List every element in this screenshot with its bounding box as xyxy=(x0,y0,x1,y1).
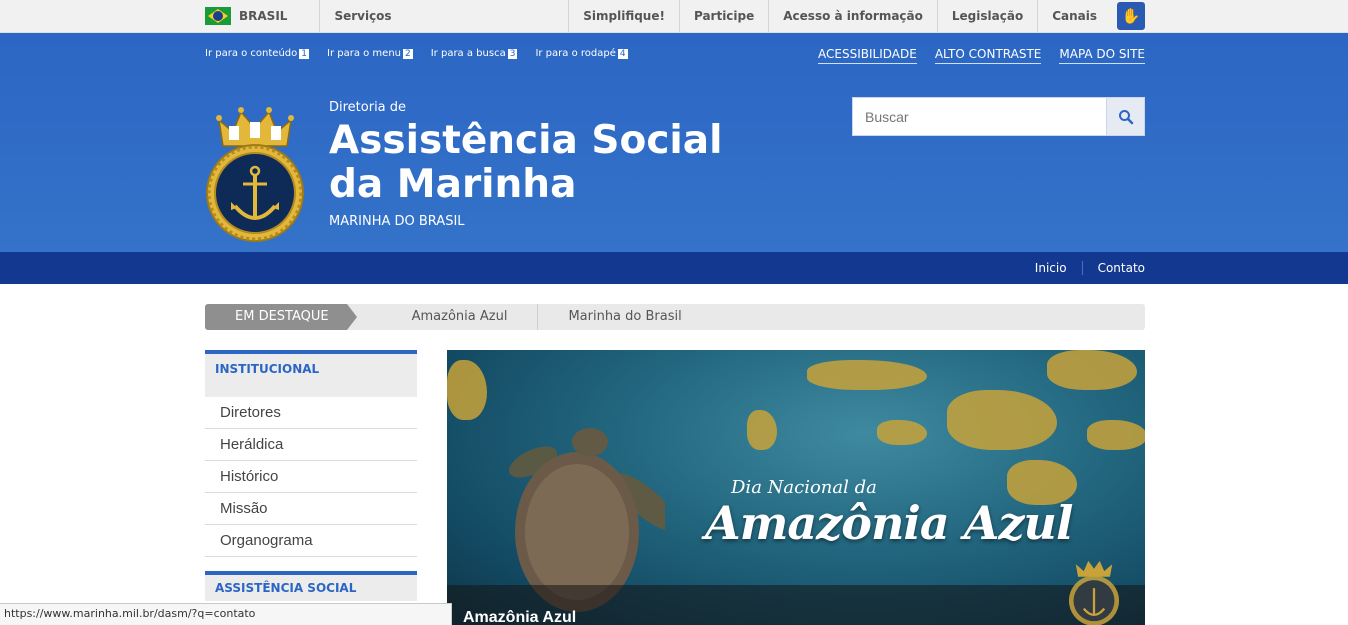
site-title[interactable]: Assistência Social da Marinha xyxy=(329,119,789,207)
highlights-bar: EM DESTAQUE Amazônia Azul Marinha do Bra… xyxy=(205,304,1145,330)
sidebar-item-historico[interactable]: Histórico xyxy=(205,461,417,493)
servicos-link[interactable]: Serviços xyxy=(320,9,391,23)
site-header: Ir para o conteúdo 1 Ir para o menu 2 Ir p… xyxy=(0,33,1348,252)
banner-caption-bar: Amazônia Azul xyxy=(447,585,1145,625)
acessibilidade-link[interactable]: ACESSIBILIDADE xyxy=(818,47,917,64)
participe-link[interactable]: Participe xyxy=(678,0,768,32)
top-nav: Inicio Contato xyxy=(0,252,1348,284)
brasil-link[interactable]: BRASIL xyxy=(239,0,321,32)
search-box xyxy=(852,97,1145,136)
acesso-informacao-link[interactable]: Acesso à informação xyxy=(768,0,937,32)
banner-caption[interactable]: Amazônia Azul xyxy=(463,609,576,625)
banner-title: Amazônia Azul xyxy=(705,496,1073,550)
site-pre-title: Diretoria de xyxy=(329,100,407,115)
site-subtitle: MARINHA DO BRASIL xyxy=(329,214,465,229)
canais-link[interactable]: Canais xyxy=(1037,0,1111,32)
alto-contraste-link[interactable]: ALTO CONTRASTE xyxy=(934,47,1042,64)
sidebar-item-diretores[interactable]: Diretores xyxy=(205,397,417,429)
sidebar-heading-institucional: INSTITUCIONAL xyxy=(205,350,417,397)
marinha-seal-small-icon xyxy=(1068,560,1120,625)
sea-turtle-image xyxy=(508,428,665,612)
legislacao-link[interactable]: Legislação xyxy=(936,0,1037,32)
sidebar-item-missao[interactable]: Missão xyxy=(205,493,417,525)
skip-to-content[interactable]: Ir para o conteúdo 1 xyxy=(205,48,309,59)
featured-banner[interactable]: Dia Nacional da Amazônia Azul Amazônia A… xyxy=(447,350,1145,625)
simplifique-link[interactable]: Simplifique! xyxy=(568,0,679,32)
sidebar-heading-assistencia-social: ASSISTÊNCIA SOCIAL xyxy=(205,571,417,601)
brazil-flag-icon xyxy=(205,7,231,25)
highlights-label: EM DESTAQUE xyxy=(205,304,357,330)
search-button[interactable] xyxy=(1106,97,1145,136)
search-icon xyxy=(1118,109,1133,124)
mapa-do-site-link[interactable]: MAPA DO SITE xyxy=(1059,47,1145,64)
skip-to-search[interactable]: Ir para a busca 3 xyxy=(431,48,518,59)
gov-bar: BRASIL Serviços Simplifique! Participe A… xyxy=(0,0,1348,33)
search-input[interactable] xyxy=(852,97,1106,136)
sidebar: INSTITUCIONAL Diretores Heráldica Histór… xyxy=(205,350,417,625)
browser-status-bar: https://www.marinha.mil.br/dasm/?q=conta… xyxy=(0,603,452,625)
sidebar-item-organograma[interactable]: Organograma xyxy=(205,525,417,557)
vlibras-hands-icon[interactable]: ✋ xyxy=(1117,2,1145,30)
marinha-seal-logo[interactable] xyxy=(205,98,305,243)
skip-to-menu[interactable]: Ir para o menu 2 xyxy=(327,48,413,59)
nav-contato[interactable]: Contato xyxy=(1083,261,1145,275)
accessibility-links: ACESSIBILIDADE ALTO CONTRASTE MAPA DO SI… xyxy=(800,47,1145,64)
highlight-amazonia-azul[interactable]: Amazônia Azul xyxy=(382,304,539,330)
sidebar-item-heraldica[interactable]: Heráldica xyxy=(205,429,417,461)
nav-inicio[interactable]: Inicio xyxy=(1020,261,1083,275)
skip-to-footer[interactable]: Ir para o rodapé 4 xyxy=(535,48,628,59)
banner-pre-title: Dia Nacional da xyxy=(731,477,877,498)
highlight-marinha-do-brasil[interactable]: Marinha do Brasil xyxy=(538,304,711,330)
